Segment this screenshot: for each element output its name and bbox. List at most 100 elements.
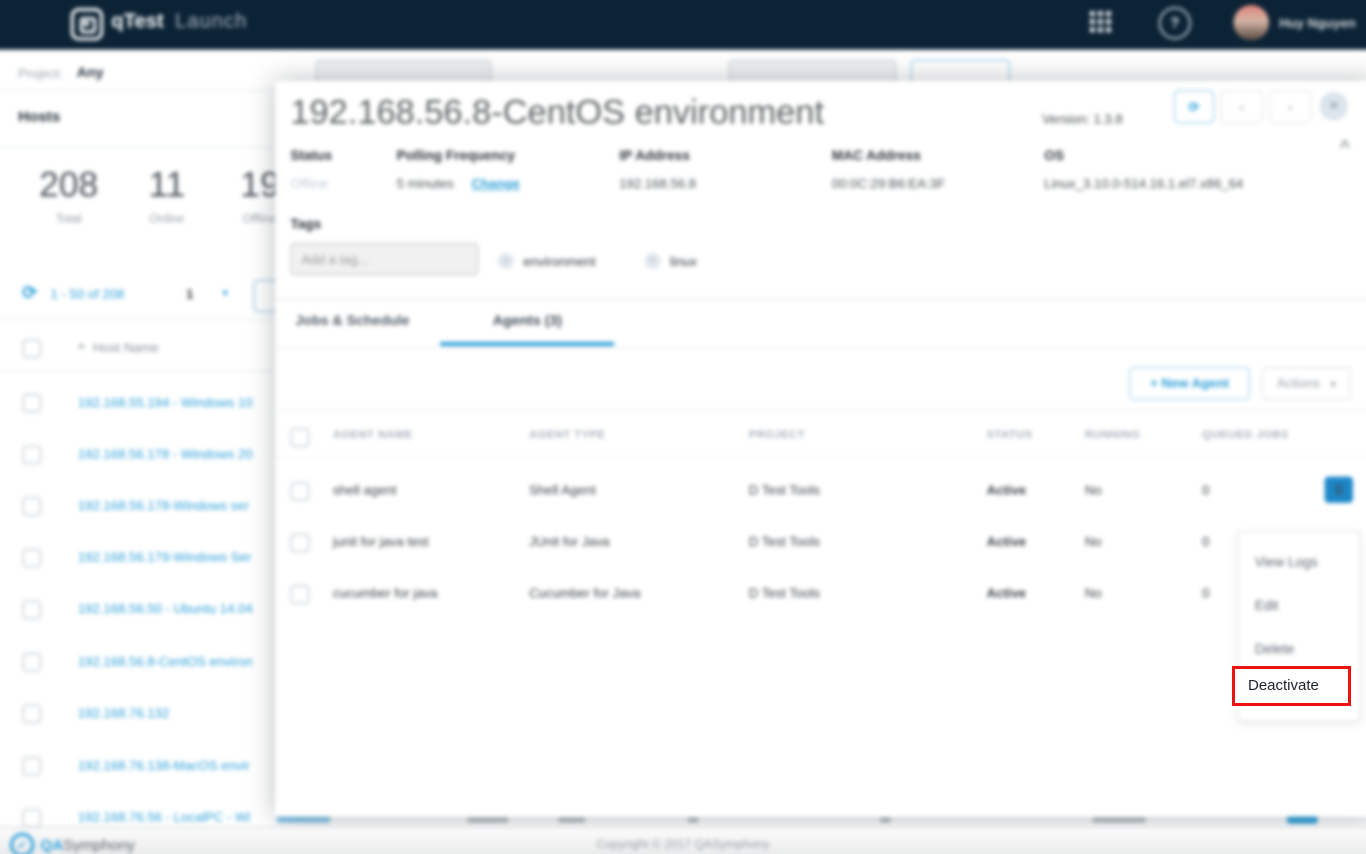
tab-agents[interactable]: Agents (3) <box>493 312 562 328</box>
agent-running: No <box>1084 584 1102 601</box>
col-status: STATUS <box>986 429 1033 442</box>
host-row: 192.168.76.138-MacOS envir <box>0 756 275 778</box>
refresh-icon[interactable]: ⟳ <box>22 282 37 303</box>
stat-online-value: 11 <box>148 164 186 205</box>
stat-total-label: Total <box>55 211 82 226</box>
copyright-text: Copyright © 2017 QASymphony <box>596 836 770 852</box>
host-name-column-header[interactable]: Host Name <box>93 340 159 355</box>
agents-table-body: shell agent Shell Agent D Test Tools Act… <box>275 463 1366 618</box>
chevron-down-icon: ▾ <box>1330 379 1336 391</box>
tab-jobs-schedule[interactable]: Jobs & Schedule <box>295 312 409 328</box>
pagination-range[interactable]: 1 - 50 of 208 <box>51 286 125 301</box>
host-row: 192.168.56.50 - Ubuntu 14.04 <box>0 599 275 621</box>
agent-checkbox[interactable] <box>290 584 310 605</box>
brand-symphony: Symphony <box>63 836 135 854</box>
status-label: Status <box>290 147 333 163</box>
qtest-logo-icon <box>70 8 104 41</box>
new-agent-button[interactable]: + New Agent <box>1129 367 1250 400</box>
user-name[interactable]: Huy Nguyen <box>1279 15 1356 30</box>
close-button[interactable]: ✕ <box>1319 92 1348 121</box>
avatar[interactable] <box>1233 4 1269 41</box>
host-checkbox[interactable] <box>22 652 42 672</box>
tag-chip: ✕ linux <box>644 252 697 270</box>
agent-checkbox[interactable] <box>290 533 310 553</box>
agent-name: cucumber for java <box>332 584 438 601</box>
host-checkbox[interactable] <box>22 600 42 620</box>
host-link[interactable]: 192.168.56.179-Windows Ser <box>78 549 251 564</box>
menu-icon: ☰ <box>1332 481 1345 497</box>
project-selector[interactable]: Any <box>77 64 104 80</box>
host-checkbox[interactable] <box>22 393 42 413</box>
agent-type: Cucumber for Java <box>529 584 641 601</box>
divider <box>0 370 276 372</box>
row-menu-button[interactable]: ☰ <box>1324 476 1353 503</box>
host-checkbox[interactable] <box>22 496 42 517</box>
menu-item-view-logs[interactable]: View Logs <box>1239 540 1359 584</box>
stat-online-label: Online <box>149 211 185 226</box>
tag-label: linux <box>669 253 697 269</box>
agent-type: Shell Agent <box>529 481 596 497</box>
tag-label: environment <box>523 253 596 269</box>
tag-chip: ✕ environment <box>497 252 596 270</box>
agent-row: junit for java test JUnit for Java D Tes… <box>275 515 1366 567</box>
help-icon[interactable]: ? <box>1158 7 1192 40</box>
host-link[interactable]: 192.168.55.194 - Windows 10 <box>78 395 253 410</box>
previous-host-button[interactable]: ‹ <box>1220 90 1263 124</box>
host-link[interactable]: 192.168.76.56 - LocalPC - Wi <box>78 810 251 825</box>
chevron-down-icon[interactable]: ▾ <box>223 286 229 299</box>
menu-item-edit[interactable]: Edit <box>1239 584 1359 628</box>
host-link[interactable]: 192.168.56.8-CentOS environ <box>78 654 253 669</box>
host-checkbox[interactable] <box>22 548 42 568</box>
refresh-button[interactable]: ⟳ <box>1173 90 1215 124</box>
tag-remove-icon[interactable]: ✕ <box>644 252 661 270</box>
collapse-chevron-icon[interactable]: ^ <box>1340 138 1350 158</box>
host-checkbox[interactable] <box>22 704 42 724</box>
agent-name: junit for java test <box>332 533 429 549</box>
actions-dropdown-button[interactable]: Actions ▾ <box>1261 367 1351 400</box>
agent-row: cucumber for java Cucumber for Java D Te… <box>275 567 1366 619</box>
menu-item-delete[interactable]: Delete <box>1239 627 1359 671</box>
host-checkbox[interactable] <box>22 445 42 465</box>
page-number[interactable]: 1 <box>186 286 193 301</box>
agent-checkbox[interactable] <box>290 481 310 501</box>
host-link[interactable]: 192.168.56.178-Windows ser <box>78 498 249 513</box>
divider <box>275 819 1366 821</box>
menu-item-deactivate-highlighted[interactable]: Deactivate <box>1235 669 1348 703</box>
select-all-agents-checkbox[interactable] <box>290 428 310 448</box>
host-link[interactable]: 192.168.76.132 <box>78 705 169 720</box>
status-value: Offline <box>290 176 329 192</box>
tag-remove-icon[interactable]: ✕ <box>497 252 514 270</box>
select-all-checkbox[interactable] <box>22 338 42 359</box>
add-tag-input[interactable] <box>290 242 479 276</box>
host-row: 192.168.56.179-Windows Ser <box>0 547 275 569</box>
host-checkbox[interactable] <box>22 808 42 828</box>
apps-grid-icon[interactable] <box>1089 11 1114 35</box>
host-link[interactable]: 192.168.56.178 - Windows 20 <box>78 446 253 461</box>
next-host-button[interactable]: › <box>1268 90 1312 124</box>
col-queued-jobs: QUEUED JOBS <box>1202 429 1289 442</box>
divider <box>275 347 1366 349</box>
change-polling-link[interactable]: Change <box>471 176 519 191</box>
divider <box>275 298 1366 300</box>
host-row: 192.168.76.132 <box>0 703 275 725</box>
actions-label: Actions <box>1276 375 1321 391</box>
agent-project: D Test Tools <box>748 533 820 549</box>
ip-address-value: 192.168.56.8 <box>619 176 697 192</box>
stat-total: 208 Total <box>18 165 119 226</box>
refresh-icon: ⟳ <box>1188 99 1200 115</box>
footer: Copyright © 2017 QASymphony ✓ QA Symphon… <box>0 826 1366 854</box>
background-fragment <box>467 817 508 823</box>
close-icon: ✕ <box>1328 98 1340 114</box>
divider <box>0 90 276 92</box>
agent-running: No <box>1084 481 1102 497</box>
agent-project: D Test Tools <box>748 584 820 601</box>
host-link[interactable]: 192.168.76.138-MacOS envir <box>78 758 250 773</box>
sort-asc-icon[interactable]: ^ <box>78 341 85 355</box>
background-fragment <box>558 817 585 823</box>
deactivate-highlight[interactable]: Deactivate <box>1232 666 1351 706</box>
host-checkbox[interactable] <box>22 756 42 777</box>
host-link[interactable]: 192.168.56.50 - Ubuntu 14.04 <box>78 601 253 616</box>
stat-online: 11 Online <box>126 165 207 226</box>
host-row: 192.168.56.178-Windows ser <box>0 496 275 518</box>
brand-launch: Launch <box>174 10 248 33</box>
